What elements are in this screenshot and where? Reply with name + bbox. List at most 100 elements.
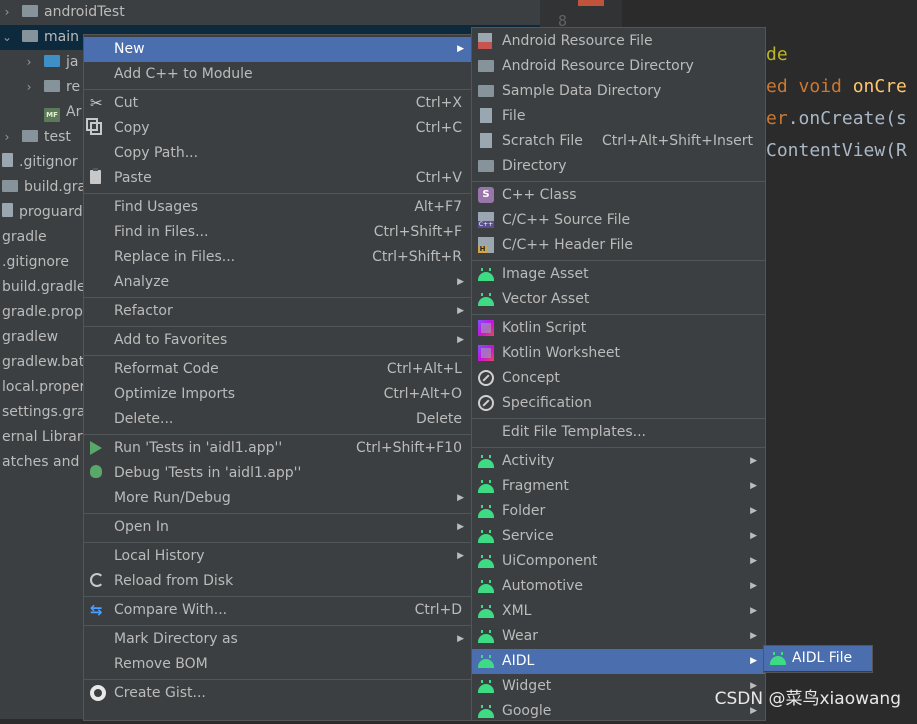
menu-item-image-asset[interactable]: Image Asset — [472, 262, 765, 287]
android-icon — [478, 266, 494, 282]
menu-item-folder[interactable]: Folder ▶ — [472, 499, 765, 524]
menu-item-remove-bom[interactable]: Remove BOM — [84, 652, 472, 677]
menu-item-scratch-file[interactable]: Scratch File Ctrl+Alt+Shift+Insert — [472, 129, 765, 154]
menu-item-fragment[interactable]: Fragment ▶ — [472, 474, 765, 499]
menu-item-find-in-files[interactable]: Find in Files... Ctrl+Shift+F — [84, 220, 472, 245]
menu-item-android-resource-directory[interactable]: Android Resource Directory — [472, 54, 765, 79]
menu-item-automotive[interactable]: Automotive ▶ — [472, 574, 765, 599]
menu-item-label: Cut — [114, 95, 139, 111]
menu-item-optimize-imports[interactable]: Optimize Imports Ctrl+Alt+O — [84, 382, 472, 407]
folder-icon — [478, 60, 494, 72]
menu-item-analyze[interactable]: Analyze ▶ — [84, 270, 472, 295]
menu-item-replace-in-files[interactable]: Replace in Files... Ctrl+Shift+R — [84, 245, 472, 270]
menu-item-c-c-source-file[interactable]: C/C++ Source File — [472, 208, 765, 233]
menu-item-label: Directory — [502, 158, 567, 174]
chevron-right-icon: ▶ — [457, 493, 464, 503]
menu-item-local-history[interactable]: Local History ▶ — [84, 544, 472, 569]
tree-item-gitignore[interactable]: .gitignore — [0, 250, 69, 275]
menu-item-c-c-header-file[interactable]: C/C++ Header File — [472, 233, 765, 258]
tree-item-local-proper[interactable]: local.proper — [0, 375, 85, 400]
tree-item-label: ernal Librarie — [2, 429, 96, 445]
menu-separator — [472, 260, 765, 261]
menu-item-file[interactable]: File — [472, 104, 765, 129]
menu-item-debug-tests-in-aidl1-app[interactable]: Debug 'Tests in 'aidl1.app'' — [84, 461, 472, 486]
menu-separator — [84, 513, 472, 514]
menu-item-add-to-favorites[interactable]: Add to Favorites ▶ — [84, 328, 472, 353]
tree-item-settings-grac[interactable]: settings.grac — [0, 400, 93, 425]
tree-item-androidtest[interactable]: › androidTest — [0, 0, 125, 25]
menu-item-aidl[interactable]: AIDL ▶ — [472, 649, 765, 674]
menu-item-add-c-to-module[interactable]: Add C++ to Module — [84, 62, 472, 87]
tree-item-gradle-prope[interactable]: gradle.prope — [0, 300, 91, 325]
tree-item-label: gradlew.bat — [2, 354, 85, 370]
chevron-right-icon[interactable]: › — [0, 125, 14, 150]
menu-item-reload-from-disk[interactable]: Reload from Disk — [84, 569, 472, 594]
chevron-right-icon: ▶ — [750, 656, 757, 666]
menu-item-c-class[interactable]: S C++ Class — [472, 183, 765, 208]
menu-item-label: Run 'Tests in 'aidl1.app'' — [114, 440, 283, 456]
menu-item-create-gist[interactable]: Create Gist... — [84, 681, 472, 706]
tree-item-build-gradle[interactable]: build.gradle — [0, 275, 86, 300]
menu-item-edit-file-templates[interactable]: Edit File Templates... — [472, 420, 765, 445]
chevron-right-icon[interactable]: › — [0, 0, 14, 25]
menu-item-copy[interactable]: Copy Ctrl+C — [84, 116, 472, 141]
menu-item-sample-data-directory[interactable]: Sample Data Directory — [472, 79, 765, 104]
menu-item-concept[interactable]: Concept — [472, 366, 765, 391]
menu-item-activity[interactable]: Activity ▶ — [472, 449, 765, 474]
chevron-right-icon[interactable]: › — [22, 75, 36, 100]
menu-item-label: Activity — [502, 453, 555, 469]
cpp-icon — [478, 212, 494, 228]
tree-item-re[interactable]: › re — [0, 75, 80, 100]
chevron-right-icon[interactable]: › — [22, 50, 36, 75]
tree-item-atches-and-c[interactable]: atches and C — [0, 450, 94, 475]
menu-item-aidl-file[interactable]: AIDL File — [764, 646, 872, 671]
menu-item-copy-path[interactable]: Copy Path... — [84, 141, 472, 166]
tree-item-ar[interactable]: MF Ar — [0, 100, 81, 125]
menu-item-compare-with[interactable]: ⇆ Compare With... Ctrl+D — [84, 598, 472, 623]
tree-item-gradle[interactable]: gradle — [0, 225, 47, 250]
android-icon — [478, 578, 494, 594]
menu-separator — [84, 193, 472, 194]
code-line: de — [766, 44, 788, 65]
menu-item-cut[interactable]: ✂ Cut Ctrl+X — [84, 91, 472, 116]
menu-item-mark-directory-as[interactable]: Mark Directory as ▶ — [84, 627, 472, 652]
breakpoint-marker — [578, 0, 604, 6]
menu-item-wear[interactable]: Wear ▶ — [472, 624, 765, 649]
android-icon — [478, 628, 494, 644]
menu-item-delete[interactable]: Delete... Delete — [84, 407, 472, 432]
menu-item-label: Widget — [502, 678, 552, 694]
tree-item-gradlew-bat[interactable]: gradlew.bat — [0, 350, 84, 375]
menu-item-xml[interactable]: XML ▶ — [472, 599, 765, 624]
menu-item-label: C/C++ Source File — [502, 212, 631, 228]
menu-item-android-resource-file[interactable]: Android Resource File — [472, 29, 765, 54]
tree-item-test[interactable]: › test — [0, 125, 71, 150]
menu-item-open-in[interactable]: Open In ▶ — [84, 515, 472, 540]
tree-item-gradlew[interactable]: gradlew — [0, 325, 58, 350]
menu-item-kotlin-script[interactable]: Kotlin Script — [472, 316, 765, 341]
gradle-icon — [2, 180, 18, 192]
menu-item-run-tests-in-aidl1-app[interactable]: Run 'Tests in 'aidl1.app'' Ctrl+Shift+F10 — [84, 436, 472, 461]
tree-item-proguard[interactable]: proguard — [0, 200, 83, 225]
menu-item-more-run-debug[interactable]: More Run/Debug ▶ — [84, 486, 472, 511]
tree-item-gitignor[interactable]: .gitignor — [0, 150, 78, 175]
tree-item-ja[interactable]: › ja — [0, 50, 79, 75]
android-icon — [478, 478, 494, 494]
menu-item-find-usages[interactable]: Find Usages Alt+F7 — [84, 195, 472, 220]
tree-item-ernal-librarie[interactable]: ernal Librarie — [0, 425, 95, 450]
menu-item-reformat-code[interactable]: Reformat Code Ctrl+Alt+L — [84, 357, 472, 382]
menu-item-new[interactable]: New ▶ — [84, 37, 472, 62]
menu-item-uicomponent[interactable]: UiComponent ▶ — [472, 549, 765, 574]
menu-item-vector-asset[interactable]: Vector Asset — [472, 287, 765, 312]
tree-item-label: androidTest — [44, 4, 125, 20]
chevron-down-icon[interactable]: ⌄ — [0, 25, 14, 50]
menu-item-service[interactable]: Service ▶ — [472, 524, 765, 549]
android-icon — [478, 603, 494, 619]
tree-item-build-gra[interactable]: build.gra — [0, 175, 86, 200]
menu-item-specification[interactable]: Specification — [472, 391, 765, 416]
menu-item-paste[interactable]: Paste Ctrl+V — [84, 166, 472, 191]
menu-item-directory[interactable]: Directory — [472, 154, 765, 179]
folder-icon — [478, 160, 494, 172]
menu-item-refactor[interactable]: Refactor ▶ — [84, 299, 472, 324]
menu-item-kotlin-worksheet[interactable]: Kotlin Worksheet — [472, 341, 765, 366]
run-icon — [90, 441, 102, 455]
